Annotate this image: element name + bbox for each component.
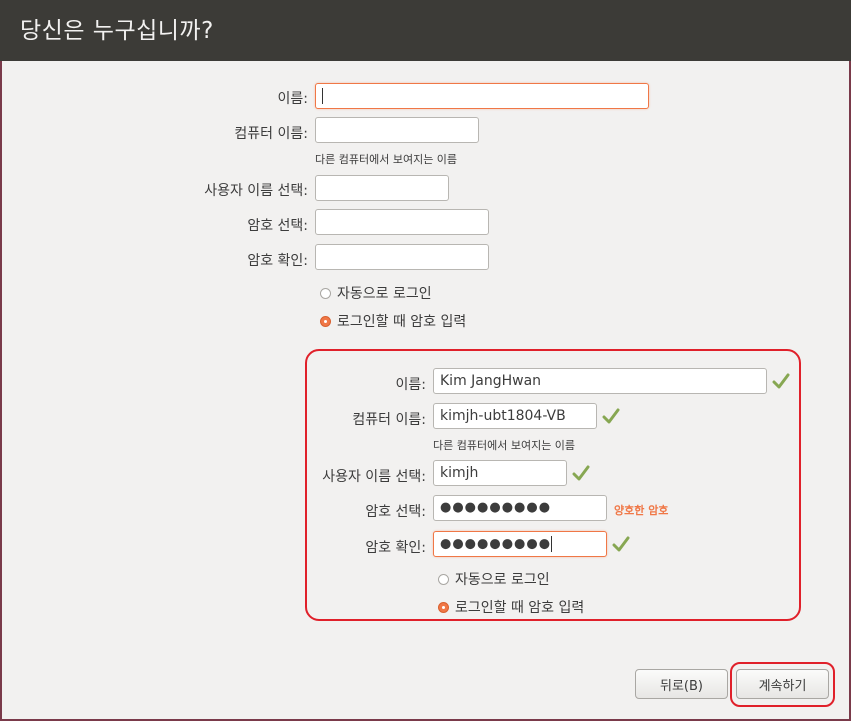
filled-confirm-password-input[interactable]: ●●●●●●●●● bbox=[433, 531, 607, 557]
filled-name-input[interactable]: Kim JangHwan bbox=[433, 368, 767, 394]
filled-computer-name-label: 컴퓨터 이름: bbox=[352, 412, 426, 428]
password-input[interactable] bbox=[315, 209, 489, 235]
computer-name-hint: 다른 컴퓨터에서 보여지는 이름 bbox=[315, 153, 458, 166]
checkmark-icon bbox=[572, 465, 590, 481]
filled-auto-login-option[interactable]: 자동으로 로그인 bbox=[438, 569, 550, 589]
require-password-label: 로그인할 때 암호 입력 bbox=[337, 314, 467, 330]
name-label: 이름: bbox=[277, 91, 308, 107]
confirm-password-input[interactable] bbox=[315, 244, 489, 270]
filled-computer-name-input[interactable]: kimjh-ubt1804-VB bbox=[433, 403, 597, 429]
page-title: 당신은 누구십니까? bbox=[20, 18, 214, 44]
filled-name-label: 이름: bbox=[395, 377, 426, 393]
auto-login-option[interactable]: 자동으로 로그인 bbox=[320, 283, 432, 303]
filled-username-input[interactable]: kimjh bbox=[433, 460, 567, 486]
computer-name-label: 컴퓨터 이름: bbox=[234, 126, 308, 142]
username-input[interactable] bbox=[315, 175, 449, 201]
filled-computer-name-hint: 다른 컴퓨터에서 보여지는 이름 bbox=[433, 439, 576, 452]
filled-password-label: 암호 선택: bbox=[365, 504, 426, 520]
username-label: 사용자 이름 선택: bbox=[204, 183, 308, 199]
checkmark-icon bbox=[772, 373, 790, 389]
text-caret bbox=[551, 536, 553, 552]
filled-auto-login-label: 자동으로 로그인 bbox=[455, 572, 550, 588]
filled-require-password-option[interactable]: 로그인할 때 암호 입력 bbox=[438, 597, 584, 617]
require-password-radio[interactable] bbox=[320, 315, 331, 327]
back-button[interactable]: 뒤로(B) bbox=[635, 669, 728, 699]
computer-name-input[interactable] bbox=[315, 117, 479, 143]
checkmark-icon bbox=[602, 408, 620, 424]
password-label: 암호 선택: bbox=[247, 218, 308, 234]
filled-require-password-label: 로그인할 때 암호 입력 bbox=[455, 600, 585, 616]
filled-auto-login-radio[interactable] bbox=[438, 573, 449, 585]
name-input[interactable] bbox=[315, 83, 649, 109]
password-strength-label: 양호한 암호 bbox=[614, 504, 669, 517]
title-bar: 당신은 누구십니까? bbox=[0, 0, 851, 61]
continue-button[interactable]: 계속하기 bbox=[736, 669, 829, 699]
filled-confirm-password-label: 암호 확인: bbox=[365, 540, 426, 556]
checkmark-icon bbox=[612, 536, 630, 552]
confirm-password-label: 암호 확인: bbox=[247, 253, 308, 269]
filled-require-password-radio[interactable] bbox=[438, 601, 449, 613]
filled-password-input[interactable]: ●●●●●●●●● bbox=[433, 495, 607, 521]
filled-username-label: 사용자 이름 선택: bbox=[322, 469, 426, 485]
auto-login-label: 자동으로 로그인 bbox=[337, 286, 432, 302]
require-password-option[interactable]: 로그인할 때 암호 입력 bbox=[320, 311, 466, 331]
text-caret bbox=[322, 88, 323, 104]
auto-login-radio[interactable] bbox=[320, 287, 331, 299]
